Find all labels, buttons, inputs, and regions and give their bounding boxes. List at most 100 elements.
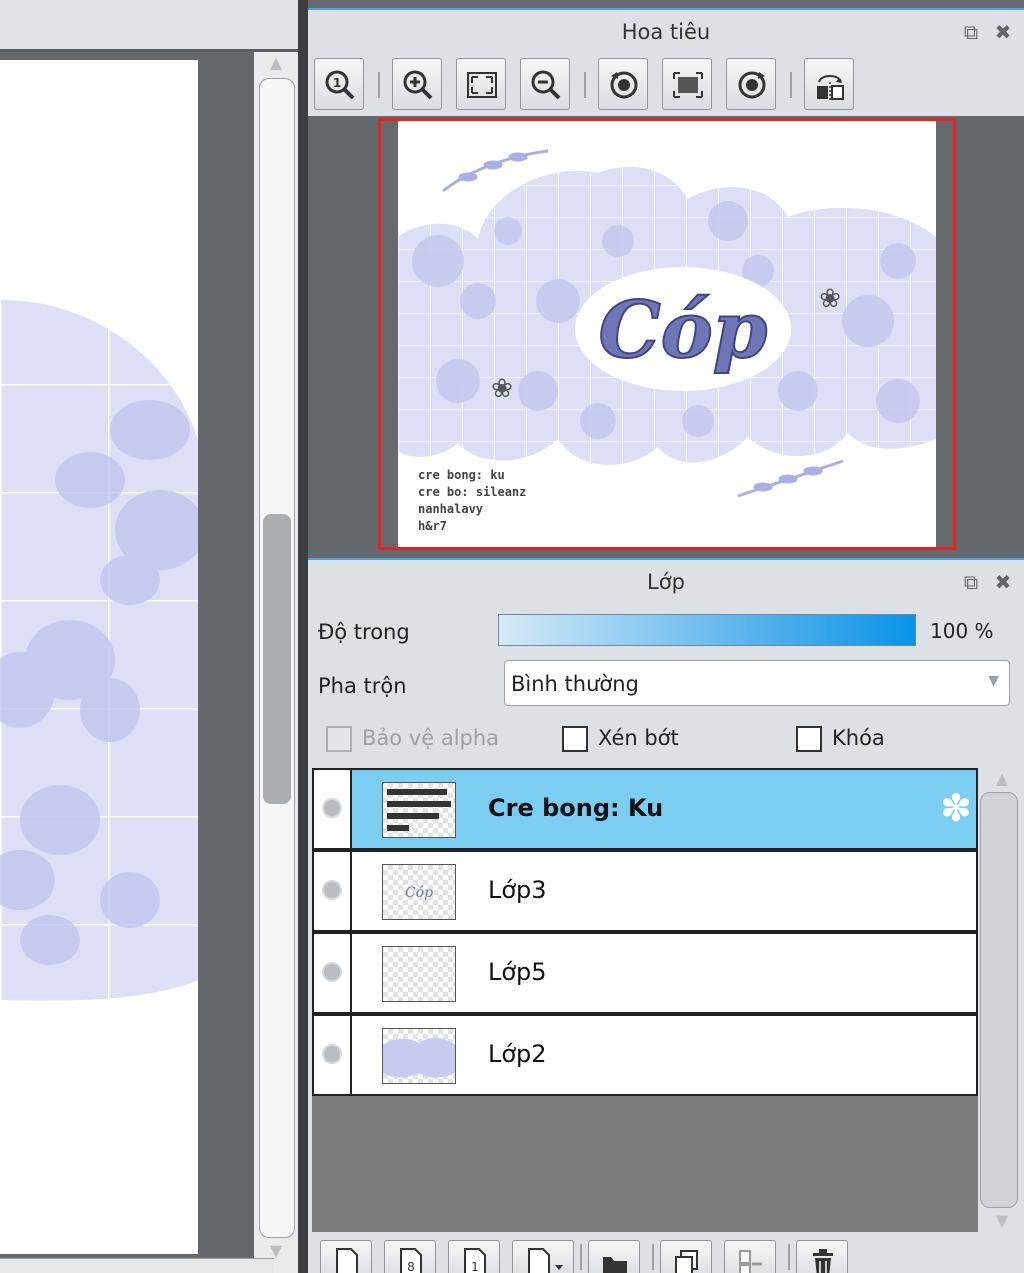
close-icon[interactable]: ✖ [990, 569, 1016, 595]
zoom-actual-size-button[interactable]: 1 [314, 58, 364, 110]
layer-thumbnail [382, 1028, 456, 1084]
blend-mode-label: Pha trộn [318, 674, 407, 698]
blend-mode-select[interactable]: Bình thường ▼ [504, 660, 1010, 706]
panel-splitter[interactable] [298, 0, 308, 1273]
visibility-icon [322, 1044, 342, 1064]
svg-text:1: 1 [333, 76, 341, 90]
new-raster-layer-button[interactable] [320, 1240, 372, 1273]
trash-icon [813, 1249, 833, 1273]
rotate-left-button[interactable] [598, 58, 648, 110]
scroll-up-icon[interactable]: ▲ [262, 54, 290, 72]
flip-horizontal-icon [817, 75, 844, 100]
layer-panel-body: Độ trong 100 % Pha trộn Bình thường ▼ Bả… [308, 602, 1024, 1273]
new-1bit-layer-icon: 1 [464, 1248, 486, 1273]
zoom-in-button[interactable] [392, 58, 442, 110]
new-1bit-layer-button[interactable]: 1 [448, 1240, 500, 1273]
visibility-toggle[interactable] [314, 852, 352, 930]
layer-scroll-thumb[interactable] [980, 792, 1018, 1208]
visibility-icon [322, 798, 342, 818]
fit-to-window-button[interactable] [456, 58, 506, 110]
canvas-artwork [0, 299, 198, 1001]
visibility-icon [322, 962, 342, 982]
delete-layer-button[interactable] [796, 1240, 848, 1273]
visibility-toggle[interactable] [314, 934, 352, 1012]
undock-icon[interactable]: ⧉ [958, 19, 984, 45]
svg-text:1: 1 [471, 1260, 479, 1273]
zoom-in-icon [403, 70, 433, 100]
lock-label: Khóa [832, 726, 885, 750]
undock-icon[interactable]: ⧉ [958, 569, 984, 595]
navigator-panel-header: Hoa tiêu ⧉ ✖ [308, 8, 1024, 52]
navigator-preview-area[interactable]: Cóp ❀ ❀ cre bong: ku cre bo: sileanz nan… [308, 116, 1024, 554]
layer-row[interactable]: Lớp5 [312, 932, 978, 1014]
opacity-label: Độ trong [318, 620, 410, 644]
canvas-document[interactable] [0, 60, 198, 1254]
layer-row[interactable]: Cre bong: Ku ✽ [312, 768, 978, 850]
visibility-toggle[interactable] [314, 770, 352, 848]
new-folder-button[interactable] [588, 1240, 640, 1273]
canvas-vertical-scrollbar[interactable]: ▲ ▼ [254, 52, 298, 1273]
layer-panel-title: Lớp [647, 570, 685, 594]
navigator-view-frame[interactable]: Cóp ❀ ❀ cre bong: ku cre bo: sileanz nan… [378, 118, 956, 550]
protect-alpha-checkbox[interactable] [326, 726, 352, 752]
layer-list-scrollbar[interactable]: ▲ ▼ [980, 768, 1020, 1232]
duplicate-layer-button[interactable] [660, 1240, 712, 1273]
layer-list[interactable]: Cre bong: Ku ✽ Cóp Lớp3 Lớp5 Lớp2 [312, 768, 978, 1232]
add-layer-icon [528, 1248, 563, 1273]
reset-rotation-button[interactable] [662, 58, 712, 110]
layer-settings-gear-icon[interactable]: ✽ [940, 788, 972, 828]
flip-horizontal-button[interactable] [804, 58, 854, 110]
merge-down-button[interactable] [724, 1240, 776, 1273]
canvas-scroll-track[interactable] [259, 78, 295, 1238]
reset-view-icon [673, 72, 703, 98]
protect-alpha-label: Bảo vệ alpha [362, 726, 500, 750]
folder-icon [603, 1257, 627, 1273]
clip-label: Xén bớt [598, 726, 679, 750]
layer-row[interactable]: Lớp2 [312, 1014, 978, 1096]
svg-text:❀: ❀ [491, 374, 513, 404]
lock-checkbox[interactable] [796, 726, 822, 752]
opacity-slider[interactable] [498, 614, 916, 646]
artwork-title: Cóp [599, 285, 768, 376]
svg-text:Cóp: Cóp [405, 885, 433, 901]
visibility-toggle[interactable] [314, 1016, 352, 1094]
navigator-toolbar: 1 [308, 52, 1024, 116]
layer-name: Lớp5 [488, 958, 547, 986]
zoom-100-icon: 1 [325, 70, 355, 100]
canvas-horizontal-scrollbar[interactable] [0, 1258, 274, 1273]
new-8bit-layer-icon: 8 [400, 1248, 422, 1273]
layer-toolbar: 8 1 [312, 1234, 1022, 1273]
visibility-icon [322, 880, 342, 900]
duplicate-icon [675, 1250, 698, 1273]
layer-name: Lớp3 [488, 876, 547, 904]
close-icon[interactable]: ✖ [990, 19, 1016, 45]
layer-name: Lớp2 [488, 1040, 547, 1068]
zoom-out-button[interactable] [520, 58, 570, 110]
svg-text:❀: ❀ [819, 284, 841, 314]
navigator-title: Hoa tiêu [621, 20, 711, 44]
zoom-out-icon [531, 70, 561, 100]
rotate-left-icon [610, 71, 638, 99]
blend-mode-value: Bình thường [511, 672, 639, 696]
layer-name: Cre bong: Ku [488, 794, 664, 822]
canvas-ruler-strip [0, 0, 300, 52]
layer-row[interactable]: Cóp Lớp3 [312, 850, 978, 932]
navigator-thumbnail: Cóp ❀ ❀ cre bong: ku cre bo: sileanz nan… [398, 121, 936, 547]
canvas-area[interactable]: ▲ ▼ [0, 0, 300, 1273]
new-layer-dropdown-button[interactable] [512, 1240, 574, 1273]
layer-thumbnail: Cóp [382, 864, 456, 920]
layer-thumbnail [382, 782, 456, 838]
layer-panel-header: Lớp ⧉ ✖ [308, 558, 1024, 602]
scroll-down-icon[interactable]: ▼ [988, 1212, 1016, 1230]
scroll-up-icon[interactable]: ▲ [988, 770, 1016, 788]
chevron-down-icon: ▼ [988, 673, 999, 689]
opacity-value: 100 % [930, 619, 994, 643]
rotate-right-button[interactable] [726, 58, 776, 110]
new-8bit-layer-button[interactable]: 8 [384, 1240, 436, 1273]
layer-thumbnail [382, 946, 456, 1002]
clip-checkbox[interactable] [562, 726, 588, 752]
rotate-right-icon [738, 71, 766, 99]
canvas-scroll-thumb[interactable] [263, 514, 291, 804]
artwork-credit-text: cre bong: ku cre bo: sileanz nanhalavy h… [418, 468, 527, 533]
svg-text:8: 8 [407, 1260, 415, 1273]
